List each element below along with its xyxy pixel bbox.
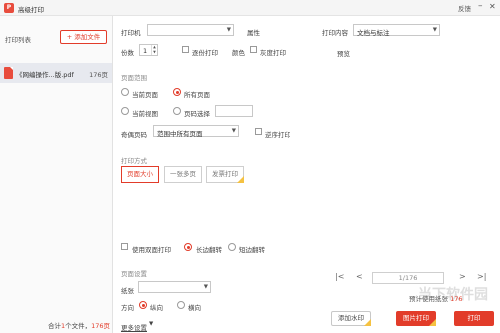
short-edge-label: 短边翻转 bbox=[239, 246, 265, 254]
print-content-value: 文档与标注 bbox=[357, 29, 390, 37]
odd-even-label: 奇偶页码 bbox=[121, 131, 147, 139]
list-item[interactable]: 《网编操作...版.pdf 176页 bbox=[0, 63, 112, 83]
add-file-button[interactable]: + 添加文件 bbox=[60, 30, 107, 44]
print-list-label: 打印列表 bbox=[5, 36, 31, 44]
grayscale-label: 灰度打印 bbox=[260, 49, 286, 57]
landscape-radio[interactable] bbox=[177, 301, 185, 309]
mode-page-size-button[interactable]: 页面大小 bbox=[121, 166, 159, 183]
stepper-arrows-icon[interactable]: ▲ ▼ bbox=[151, 45, 157, 55]
preview-label: 预览 bbox=[337, 50, 350, 58]
vip-badge-icon bbox=[429, 319, 436, 326]
print-as-image-label: 图片打印 bbox=[403, 314, 429, 322]
mode-invoice-button[interactable]: 发票打印 bbox=[206, 166, 244, 183]
long-edge-radio[interactable] bbox=[184, 243, 192, 251]
duplex-label: 使用双面打印 bbox=[132, 246, 171, 254]
mode-multi-page-button[interactable]: 一张多页 bbox=[164, 166, 202, 183]
printer-select[interactable]: ▼ bbox=[147, 24, 234, 36]
portrait-label: 纵向 bbox=[150, 304, 163, 312]
paper-usage: 预计使用纸张 176 bbox=[409, 293, 463, 303]
long-edge-label: 长边翻转 bbox=[196, 246, 222, 254]
minimize-icon[interactable]: – bbox=[478, 1, 483, 11]
mode-invoice-label: 发票打印 bbox=[212, 170, 238, 178]
current-view-radio[interactable] bbox=[121, 107, 129, 115]
summary-mid: 个文件， bbox=[65, 322, 92, 330]
odd-even-value: 范围中所有页面 bbox=[157, 130, 203, 138]
page-number-field[interactable]: 1/176 bbox=[372, 272, 444, 284]
add-watermark-label: 添加水印 bbox=[338, 314, 364, 322]
landscape-label: 横向 bbox=[188, 304, 201, 312]
chevron-down-icon: ▼ bbox=[203, 284, 208, 290]
odd-even-select[interactable]: 范围中所有页面 ▼ bbox=[153, 125, 239, 138]
window-title: 高级打印 bbox=[18, 6, 44, 14]
all-pages-label: 所有页面 bbox=[184, 91, 210, 99]
reverse-label: 逆序打印 bbox=[265, 131, 291, 139]
color-label: 颜色 bbox=[232, 49, 245, 57]
duplex-checkbox[interactable] bbox=[121, 243, 128, 250]
chevron-down-icon[interactable]: ▼ bbox=[149, 321, 153, 327]
print-as-image-button[interactable]: 图片打印 bbox=[396, 311, 436, 326]
more-settings-link[interactable]: 更多设置 bbox=[121, 322, 147, 332]
last-page-button[interactable]: >| bbox=[477, 272, 486, 281]
orientation-label: 方向 bbox=[121, 304, 134, 312]
vip-badge-icon bbox=[364, 319, 371, 326]
first-page-button[interactable]: |< bbox=[335, 272, 344, 281]
page-select-label: 页码选择 bbox=[184, 110, 210, 118]
paper-usage-label: 预计使用纸张 bbox=[409, 295, 451, 303]
printer-properties-link[interactable]: 属性 bbox=[247, 27, 260, 37]
vip-badge-icon bbox=[237, 176, 244, 183]
reverse-checkbox[interactable] bbox=[255, 128, 262, 135]
print-mode-title: 打印方式 bbox=[121, 157, 147, 165]
chevron-down-icon: ▼ bbox=[226, 27, 231, 33]
paper-usage-value: 176 bbox=[450, 295, 463, 303]
paper-select[interactable]: ▼ bbox=[138, 281, 211, 293]
portrait-radio[interactable] bbox=[139, 301, 147, 309]
page-range-title: 页面范围 bbox=[121, 74, 147, 82]
copies-stepper[interactable]: 1 ▲ ▼ bbox=[139, 44, 158, 56]
summary-page-count: 176页 bbox=[91, 322, 111, 330]
copies-value: 1 bbox=[143, 47, 148, 55]
current-page-label: 当前页面 bbox=[132, 91, 158, 99]
add-watermark-button[interactable]: 添加水印 bbox=[331, 311, 371, 326]
paper-label: 纸张 bbox=[121, 287, 134, 295]
print-button[interactable]: 打印 bbox=[454, 311, 494, 326]
collate-label: 逐份打印 bbox=[192, 49, 218, 57]
pdf-app-icon: P bbox=[4, 3, 14, 13]
page-select-input[interactable] bbox=[215, 105, 253, 117]
printer-label: 打印机 bbox=[121, 29, 141, 37]
print-content-select[interactable]: 文档与标注 ▼ bbox=[353, 24, 440, 37]
prev-page-button[interactable]: < bbox=[356, 272, 363, 281]
next-page-button[interactable]: > bbox=[459, 272, 466, 281]
short-edge-radio[interactable] bbox=[228, 243, 236, 251]
chevron-down-icon: ▼ bbox=[432, 27, 437, 33]
copies-label: 份数 bbox=[121, 49, 134, 57]
page-setup-title: 页面设置 bbox=[121, 270, 147, 278]
title-bar: P 高级打印 反馈 – ✕ bbox=[0, 0, 500, 16]
feedback-link[interactable]: 反馈 bbox=[458, 3, 471, 13]
summary-prefix: 合计 bbox=[48, 322, 61, 330]
current-view-label: 当前视图 bbox=[132, 110, 158, 118]
list-summary: 合计1个文件，176页 bbox=[48, 320, 110, 330]
preview-pane bbox=[290, 60, 500, 260]
print-list-panel: 打印列表 + 添加文件 《网编操作...版.pdf 176页 合计1个文件，17… bbox=[0, 16, 113, 333]
print-content-label: 打印内容 bbox=[322, 29, 348, 37]
pdf-file-icon bbox=[4, 67, 13, 79]
file-page-count: 176页 bbox=[89, 71, 108, 79]
chevron-down-icon: ▼ bbox=[231, 128, 236, 134]
current-page-radio[interactable] bbox=[121, 88, 129, 96]
page-select-radio[interactable] bbox=[173, 107, 181, 115]
collate-checkbox[interactable] bbox=[182, 46, 189, 53]
close-icon[interactable]: ✕ bbox=[489, 2, 496, 11]
file-name: 《网编操作...版.pdf bbox=[16, 71, 74, 79]
all-pages-radio[interactable] bbox=[173, 88, 181, 96]
grayscale-checkbox[interactable] bbox=[250, 46, 257, 53]
